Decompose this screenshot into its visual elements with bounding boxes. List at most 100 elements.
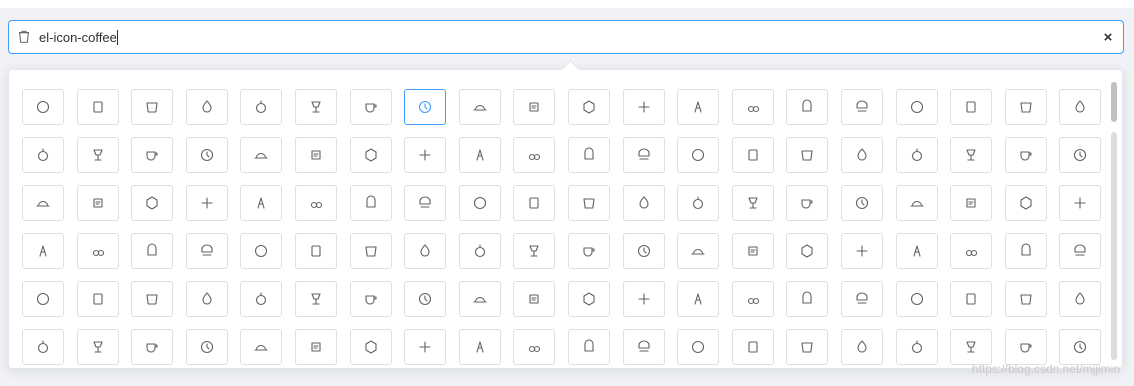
icon-option-ice-drink[interactable] xyxy=(294,89,337,125)
icon-option-close-notification[interactable] xyxy=(349,281,392,317)
icon-option-goblet-full[interactable] xyxy=(950,89,993,125)
icon-option-mic[interactable] xyxy=(950,233,993,269)
icon-option-apple[interactable] xyxy=(567,89,610,125)
icon-option-goblet-square-full[interactable] xyxy=(840,89,883,125)
icon-option-postcard[interactable] xyxy=(567,281,610,317)
icon-option-ice-cream-square[interactable] xyxy=(76,89,119,125)
icon-option-sunset[interactable] xyxy=(22,185,64,221)
icon-option-link[interactable] xyxy=(131,329,174,365)
icon-option-cherry[interactable] xyxy=(622,89,665,125)
icon-option-trophy-1[interactable] xyxy=(677,233,720,269)
scrollbar-thumb[interactable] xyxy=(1111,82,1117,122)
icon-option-refrigerator[interactable] xyxy=(786,89,829,125)
icon-option-add-location[interactable] xyxy=(294,233,337,269)
icon-search-input[interactable]: el-icon-coffee × xyxy=(8,20,1124,54)
icon-option-connection[interactable] xyxy=(76,329,119,365)
icon-search-value[interactable]: el-icon-coffee xyxy=(39,29,1093,45)
icon-option-basketball[interactable] xyxy=(567,185,610,221)
icon-option-coffee[interactable] xyxy=(404,89,447,125)
icon-option-watch-1[interactable] xyxy=(22,233,64,269)
icon-option-alarm-clock[interactable] xyxy=(131,233,174,269)
icon-option-timer[interactable] xyxy=(76,233,119,269)
icon-option-set-up[interactable] xyxy=(1004,281,1047,317)
icon-option-lollipop[interactable] xyxy=(131,89,174,125)
icon-option-map-location[interactable] xyxy=(185,233,228,269)
icon-option-location-outline[interactable] xyxy=(404,233,447,269)
icon-option-unlock[interactable] xyxy=(950,185,993,221)
icon-option-place[interactable] xyxy=(513,233,556,269)
icon-option-wallet[interactable] xyxy=(622,329,665,365)
icon-option-truck[interactable] xyxy=(677,185,720,221)
icon-option-bicycle[interactable] xyxy=(731,185,774,221)
icon-option-location-information[interactable] xyxy=(349,233,392,269)
icon-option-chat-line-square[interactable] xyxy=(677,281,720,317)
icon-option-chicken[interactable] xyxy=(567,137,610,173)
icon-option-female[interactable] xyxy=(294,329,337,365)
icon-option-turn-off-microphone[interactable] xyxy=(458,281,501,317)
icon-option-soccer[interactable] xyxy=(458,185,501,221)
icon-option-dessert[interactable] xyxy=(240,137,283,173)
icon-option-moon[interactable] xyxy=(840,137,883,173)
icon-option-sell[interactable] xyxy=(950,329,993,365)
icon-option-hot-water[interactable] xyxy=(131,137,174,173)
icon-option-cloudy[interactable] xyxy=(1004,137,1047,173)
scrollbar-track[interactable] xyxy=(1111,132,1117,360)
icon-option-wind-power[interactable] xyxy=(349,185,392,221)
icon-option-bank-card[interactable] xyxy=(786,329,829,365)
icon-option-knife-fork[interactable] xyxy=(458,137,501,173)
icon-option-burger[interactable] xyxy=(404,137,447,173)
icon-option-lightning[interactable] xyxy=(240,185,283,221)
icon-option-partly-cloudy[interactable] xyxy=(950,137,993,173)
icon-option-dish-1[interactable] xyxy=(677,137,720,173)
icon-option-location[interactable] xyxy=(458,233,501,269)
icon-option-trophy[interactable] xyxy=(731,233,774,269)
icon-option-odometer[interactable] xyxy=(185,281,228,317)
icon-option-bangzhu[interactable] xyxy=(294,281,337,317)
icon-option-key[interactable] xyxy=(895,185,938,221)
clear-button[interactable]: × xyxy=(1093,21,1123,53)
icon-option-fork-spoon[interactable] xyxy=(513,137,556,173)
icon-option-coffee-cup[interactable] xyxy=(22,137,64,173)
icon-option-microphone[interactable] xyxy=(404,281,447,317)
icon-option-cpu[interactable] xyxy=(185,329,228,365)
icon-option-switch-button[interactable] xyxy=(22,281,64,317)
icon-option-crop[interactable] xyxy=(131,281,174,317)
icon-option-sugar[interactable] xyxy=(294,137,337,173)
icon-option-discount[interactable] xyxy=(567,329,610,365)
icon-option-grape[interactable] xyxy=(731,89,774,125)
scrollbar[interactable] xyxy=(1110,80,1118,362)
icon-option-orange[interactable] xyxy=(458,89,501,125)
icon-option-ice-tea[interactable] xyxy=(349,89,392,125)
icon-option-goblet[interactable] xyxy=(1004,89,1047,125)
icon-option-sunrise-1[interactable] xyxy=(76,185,119,221)
icon-option-food[interactable] xyxy=(622,137,665,173)
icon-option-news[interactable] xyxy=(458,329,501,365)
icon-option-discover[interactable] xyxy=(567,233,610,269)
icon-option-position[interactable] xyxy=(513,281,556,317)
icon-option-medal-1[interactable] xyxy=(840,233,883,269)
icon-option-football[interactable] xyxy=(513,185,556,221)
icon-option-lock[interactable] xyxy=(1004,185,1047,221)
icon-option-pear[interactable] xyxy=(513,89,556,125)
icon-option-stopwatch[interactable] xyxy=(895,233,938,269)
icon-option-sunrise[interactable] xyxy=(131,185,174,221)
icon-option-box[interactable] xyxy=(840,329,883,365)
icon-option-male[interactable] xyxy=(349,329,392,365)
icon-option-chat-dot-square[interactable] xyxy=(731,281,774,317)
icon-option-time[interactable] xyxy=(240,281,283,317)
icon-option-first-aid-kit[interactable] xyxy=(622,233,665,269)
icon-option-dish[interactable] xyxy=(731,137,774,173)
icon-option-thumb[interactable] xyxy=(240,329,283,365)
icon-option-chat-dot-round[interactable] xyxy=(786,281,829,317)
icon-option-cloudy-and-sunny[interactable] xyxy=(895,137,938,173)
icon-option-delete-location[interactable] xyxy=(240,233,283,269)
icon-option-cold-drink[interactable] xyxy=(1059,89,1102,125)
icon-option-chat-line-round[interactable] xyxy=(895,281,938,317)
icon-option-chat-round[interactable] xyxy=(950,281,993,317)
icon-option-coin[interactable] xyxy=(677,329,720,365)
icon-option-turn-off[interactable] xyxy=(1059,281,1102,317)
icon-option-copy-document[interactable] xyxy=(1004,233,1047,269)
icon-option-guide[interactable] xyxy=(404,329,447,365)
icon-option-sold-out[interactable] xyxy=(1004,329,1047,365)
icon-option-open[interactable] xyxy=(22,329,64,365)
